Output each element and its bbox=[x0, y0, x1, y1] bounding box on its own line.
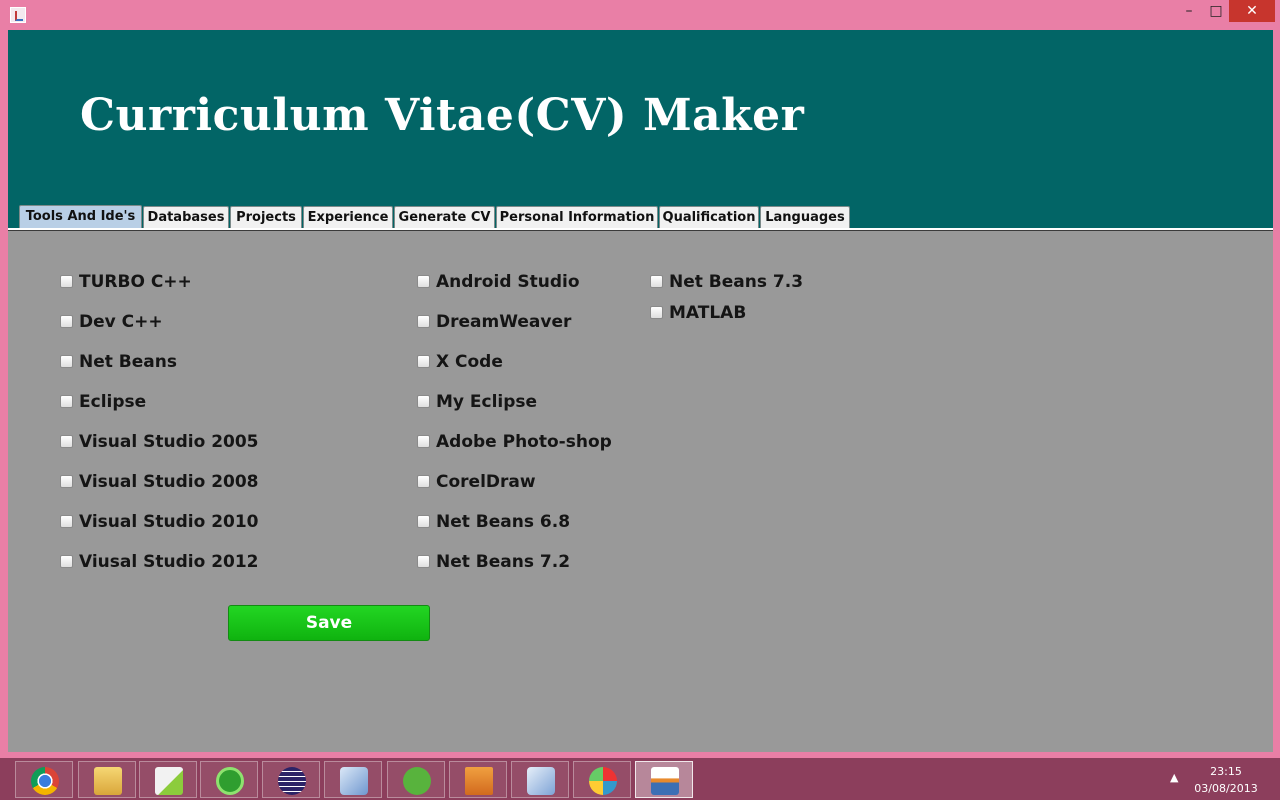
maximize-button[interactable]: □ bbox=[1203, 0, 1229, 22]
checkbox-box[interactable] bbox=[417, 555, 430, 568]
tab-personal-information[interactable]: Personal Information bbox=[496, 206, 658, 229]
save-button[interactable]: Save bbox=[228, 605, 430, 641]
checkbox-box[interactable] bbox=[60, 515, 73, 528]
checkbox-box[interactable] bbox=[60, 275, 73, 288]
taskbar-dreamweaver-button[interactable] bbox=[200, 761, 258, 798]
checkbox-box[interactable] bbox=[60, 395, 73, 408]
checkbox-box[interactable] bbox=[417, 275, 430, 288]
checkbox-box[interactable] bbox=[417, 515, 430, 528]
checkbox-box[interactable] bbox=[417, 355, 430, 368]
tab-qualification[interactable]: Qualification bbox=[659, 206, 759, 229]
checkbox-label: Visual Studio 2008 bbox=[79, 472, 259, 492]
paint-icon bbox=[589, 767, 617, 795]
pdf-icon bbox=[465, 767, 493, 795]
checkbox-label: TURBO C++ bbox=[79, 272, 192, 292]
checkbox-label: Net Beans 7.3 bbox=[669, 272, 804, 292]
checkbox-box[interactable] bbox=[417, 475, 430, 488]
checkbox-label: Visual Studio 2010 bbox=[79, 512, 259, 532]
checkbox-label: MATLAB bbox=[669, 303, 747, 323]
tab-languages[interactable]: Languages bbox=[760, 206, 850, 229]
clock-time[interactable]: 23:15 bbox=[1196, 765, 1256, 778]
checkbox-label: Android Studio bbox=[436, 272, 580, 292]
checkbox-label: My Eclipse bbox=[436, 392, 538, 412]
chrome-icon bbox=[31, 767, 59, 795]
checkbox-box[interactable] bbox=[60, 555, 73, 568]
tab-tools-and-ides[interactable]: Tools And Ide's bbox=[19, 205, 142, 229]
tab-experience[interactable]: Experience bbox=[303, 206, 393, 229]
taskbar-virtualbox-button-2[interactable] bbox=[511, 761, 569, 798]
tab-content-border bbox=[8, 228, 1273, 231]
checkbox-box[interactable] bbox=[60, 475, 73, 488]
app-title: Curriculum Vitae(CV) Maker bbox=[80, 90, 805, 141]
main-window: Curriculum Vitae(CV) Maker Tools And Ide… bbox=[8, 30, 1273, 752]
checkbox-box[interactable] bbox=[417, 395, 430, 408]
taskbar-chrome-button[interactable] bbox=[15, 761, 73, 798]
window-title-bar[interactable]: – □ ✕ bbox=[0, 0, 1280, 30]
taskbar bbox=[0, 758, 1280, 800]
checkbox-label: Visual Studio 2005 bbox=[79, 432, 259, 452]
checkbox-label: DreamWeaver bbox=[436, 312, 572, 332]
checkbox-label: Dev C++ bbox=[79, 312, 163, 332]
checkbox-box[interactable] bbox=[650, 306, 663, 319]
checkbox-box[interactable] bbox=[417, 435, 430, 448]
checkbox-label: Viusal Studio 2012 bbox=[79, 552, 259, 572]
java-icon bbox=[651, 767, 679, 795]
checkbox-label: Net Beans bbox=[79, 352, 177, 372]
taskbar-notepad-plus-plus-button[interactable] bbox=[139, 761, 197, 798]
notepad-plus-plus-icon bbox=[155, 767, 183, 795]
eclipse-icon bbox=[278, 767, 306, 795]
checkbox-box[interactable] bbox=[60, 315, 73, 328]
checkbox-label: Net Beans 7.2 bbox=[436, 552, 571, 572]
checkbox-label: Eclipse bbox=[79, 392, 147, 412]
file-explorer-icon bbox=[94, 767, 122, 795]
checkbox-label: X Code bbox=[436, 352, 503, 372]
checkbox-label: Net Beans 6.8 bbox=[436, 512, 571, 532]
java-app-icon[interactable] bbox=[10, 7, 26, 23]
checkbox-label: Adobe Photo-shop bbox=[436, 432, 612, 452]
show-hidden-icons-icon[interactable]: ▲ bbox=[1170, 771, 1178, 784]
checkbox-box[interactable] bbox=[650, 275, 663, 288]
taskbar-eclipse-button[interactable] bbox=[262, 761, 320, 798]
taskbar-pdf-button[interactable] bbox=[449, 761, 507, 798]
virtualbox-icon bbox=[340, 767, 368, 795]
checkbox-box[interactable] bbox=[417, 315, 430, 328]
tab-databases[interactable]: Databases bbox=[143, 206, 229, 229]
dreamweaver-icon bbox=[216, 767, 244, 795]
minimize-button[interactable]: – bbox=[1176, 0, 1202, 22]
taskbar-java-button[interactable] bbox=[635, 761, 693, 798]
taskbar-file-explorer-button[interactable] bbox=[78, 761, 136, 798]
checkbox-box[interactable] bbox=[60, 435, 73, 448]
taskbar-virtualbox-button[interactable] bbox=[324, 761, 382, 798]
clock-date[interactable]: 03/08/2013 bbox=[1190, 782, 1262, 795]
utorrent-icon bbox=[403, 767, 431, 795]
checkbox-label: CorelDraw bbox=[436, 472, 536, 492]
tab-projects[interactable]: Projects bbox=[230, 206, 302, 229]
tab-bar: Tools And Ide's Databases Projects Exper… bbox=[8, 204, 1273, 230]
virtualbox-icon-2 bbox=[527, 767, 555, 795]
tab-generate-cv[interactable]: Generate CV bbox=[394, 206, 495, 229]
checkbox-box[interactable] bbox=[60, 355, 73, 368]
taskbar-paint-button[interactable] bbox=[573, 761, 631, 798]
close-button[interactable]: ✕ bbox=[1229, 0, 1275, 22]
taskbar-utorrent-button[interactable] bbox=[387, 761, 445, 798]
header-banner: Curriculum Vitae(CV) Maker bbox=[8, 30, 1273, 229]
